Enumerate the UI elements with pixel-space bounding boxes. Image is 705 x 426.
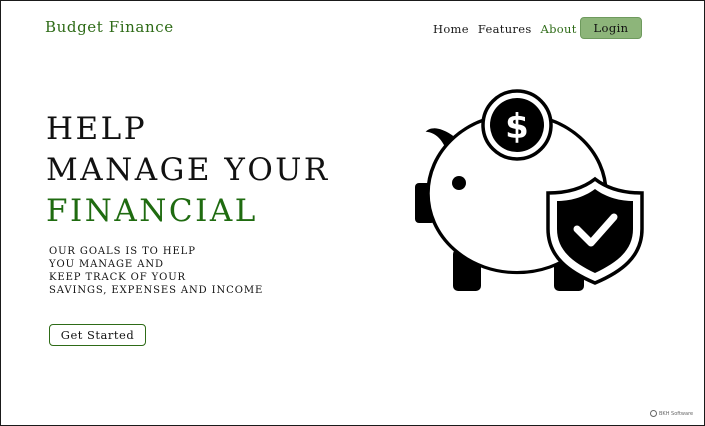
piggy-bank-illustration: $ <box>415 89 644 291</box>
hero-description-line: OUR GOALS IS TO HELP <box>49 246 196 257</box>
hero-title-accent: FINANCIAL <box>46 193 258 229</box>
hero-title: HELP MANAGE YOUR FINANCIAL <box>46 109 330 232</box>
footer-credit: BKH Software <box>650 410 693 417</box>
brand-logo-text[interactable]: Budget Finance <box>45 18 174 36</box>
credit-text: BKH Software <box>659 410 694 417</box>
copyright-icon <box>650 410 657 417</box>
nav-features-link[interactable]: Features <box>478 22 532 36</box>
nav-home-link[interactable]: Home <box>433 22 469 36</box>
hero-description: OUR GOALS IS TO HELP YOU MANAGE AND KEEP… <box>49 245 263 297</box>
hero-title-line: MANAGE YOUR <box>46 152 330 188</box>
hero-description-line: YOU MANAGE AND <box>49 259 164 270</box>
landing-page: Budget Finance Home Features About Login… <box>0 0 705 426</box>
hero-description-line: KEEP TRACK OF YOUR <box>49 272 186 283</box>
svg-text:$: $ <box>505 107 529 147</box>
login-button[interactable]: Login <box>580 17 642 39</box>
get-started-button[interactable]: Get Started <box>49 324 146 346</box>
dollar-coin-icon: $ <box>481 89 553 161</box>
hero-description-line: SAVINGS, EXPENSES AND INCOME <box>49 285 264 296</box>
hero-title-line: HELP <box>46 111 148 147</box>
main-nav: Home Features About <box>433 22 577 36</box>
nav-about-link[interactable]: About <box>541 22 577 36</box>
